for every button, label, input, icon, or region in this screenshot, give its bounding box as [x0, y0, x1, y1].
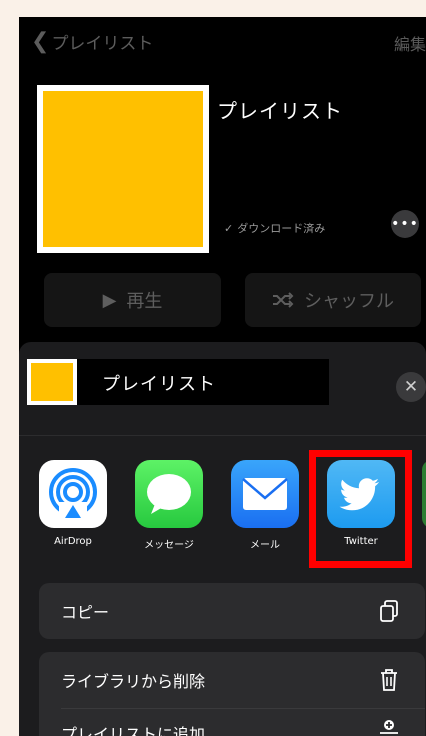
mail-label: メール — [250, 540, 280, 551]
back-button[interactable]: ❮ プレイリスト — [31, 29, 153, 54]
phone-screen: ❮ プレイリスト 編集 プレイリスト ✓ ダウンロード済み ••• ▶ 再生 シ… — [19, 17, 426, 736]
remove-label: ライブラリから削除 — [61, 672, 206, 691]
copy-action[interactable]: コピー — [39, 583, 425, 639]
close-icon: ✕ — [403, 377, 419, 397]
shuffle-label: シャッフル — [304, 291, 394, 312]
playlist-title: プレイリスト — [217, 99, 343, 123]
play-label: 再生 — [126, 291, 163, 312]
chevron-left-icon: ❮ — [31, 28, 50, 54]
next-app-peek[interactable] — [422, 460, 426, 528]
copy-icon — [377, 599, 401, 623]
action-group: ライブラリから削除 プレイリストに追加... — [39, 652, 425, 736]
airdrop-icon — [39, 460, 107, 528]
share-sheet-title: プレイリスト — [102, 374, 216, 395]
checkmark-icon: ✓ — [224, 221, 234, 235]
remove-from-library-action[interactable]: ライブラリから削除 — [39, 652, 425, 708]
more-button[interactable]: ••• — [391, 210, 419, 238]
play-icon: ▶ — [102, 289, 117, 311]
thumbnail-fill — [31, 363, 73, 401]
airdrop-label: AirDrop — [54, 536, 92, 547]
copy-label: コピー — [61, 603, 110, 622]
edit-button[interactable]: 編集 — [394, 31, 426, 55]
play-button[interactable]: ▶ 再生 — [44, 273, 221, 327]
add-to-playlist-label: プレイリストに追加... — [61, 725, 221, 736]
download-status: ✓ ダウンロード済み — [224, 220, 325, 236]
share-sheet-header: プレイリスト — [27, 359, 329, 405]
add-to-playlist-action[interactable]: プレイリストに追加... — [39, 709, 425, 736]
divider — [19, 435, 426, 436]
close-button[interactable]: ✕ — [396, 372, 426, 402]
add-to-playlist-icon — [377, 717, 401, 736]
messages-icon — [135, 460, 203, 528]
trash-icon — [377, 668, 401, 692]
share-app-messages[interactable]: メッセージ — [135, 460, 203, 551]
mail-icon — [231, 460, 299, 528]
back-label: プレイリスト — [51, 34, 154, 54]
shuffle-button[interactable]: シャッフル — [245, 273, 421, 327]
share-thumbnail — [27, 359, 77, 405]
playlist-artwork — [37, 85, 209, 253]
share-app-mail[interactable]: メール — [231, 460, 299, 551]
shuffle-icon — [273, 292, 294, 308]
messages-label: メッセージ — [144, 540, 194, 551]
download-status-label: ダウンロード済み — [237, 222, 326, 235]
highlight-box — [309, 450, 412, 568]
share-app-airdrop[interactable]: AirDrop — [39, 460, 107, 547]
share-sheet: プレイリスト ✕ AirDrop メッセージ メール Twitter コピー ラ… — [19, 342, 426, 736]
artwork-fill — [43, 91, 203, 247]
